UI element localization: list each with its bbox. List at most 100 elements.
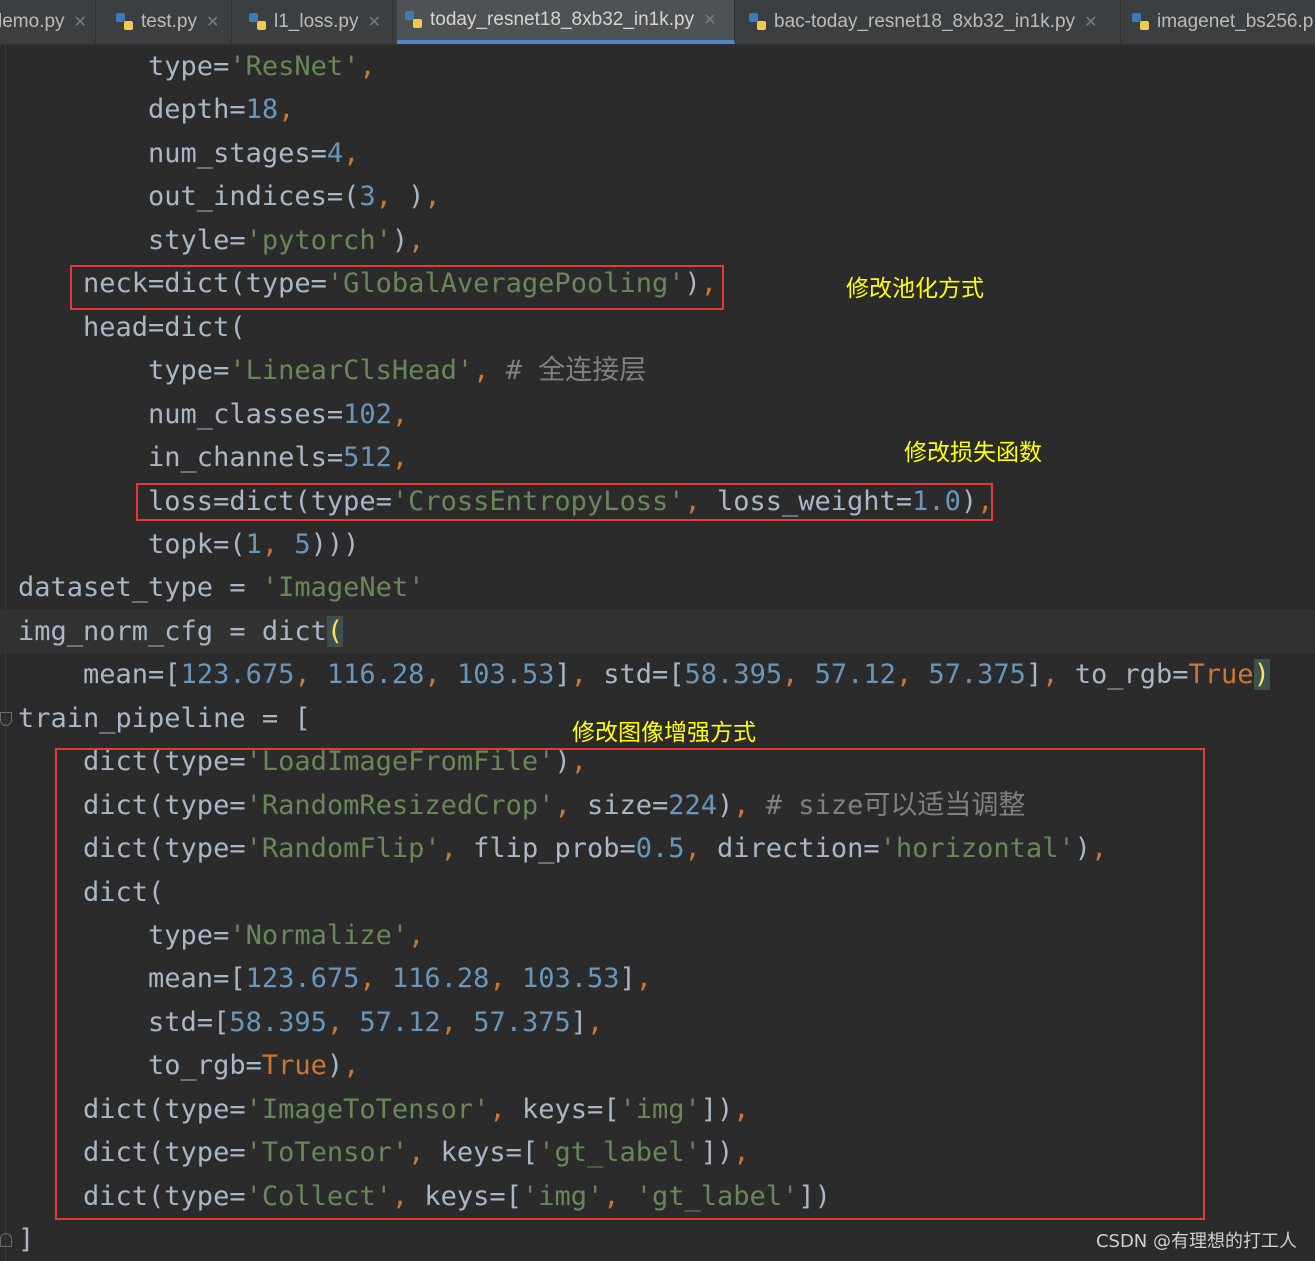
- code-line[interactable]: out_indices=(3, ),: [18, 175, 441, 218]
- code-line[interactable]: head=dict(: [18, 306, 246, 349]
- code-token: std=[: [603, 659, 685, 691]
- editor-tab-bar: lemo.py ✕ test.py ✕ l1_loss.py ✕ today_r…: [0, 0, 1315, 45]
- close-icon[interactable]: ✕: [1084, 12, 1097, 32]
- code-token: topk=(: [18, 528, 246, 560]
- code-token: ,: [359, 51, 376, 82]
- code-token: 57.12: [814, 659, 896, 691]
- code-token: ): [1253, 659, 1270, 691]
- code-token: head=dict(: [18, 311, 246, 343]
- python-file-icon: [749, 13, 766, 30]
- code-token: out_indices=(: [18, 181, 360, 213]
- neck-highlight-box: [70, 265, 724, 310]
- code-token: 512: [343, 442, 392, 474]
- code-token: ]: [1025, 659, 1043, 691]
- watermark: CSDN @有理想的打工人: [1095, 1231, 1297, 1252]
- code-token: ,: [782, 659, 815, 691]
- code-token: 57.375: [928, 659, 1026, 691]
- loss-highlight-box: [136, 483, 993, 521]
- code-token: style=: [18, 224, 246, 256]
- code-token: ,: [424, 659, 457, 691]
- tab-demo[interactable]: lemo.py ✕: [0, 0, 96, 44]
- close-icon[interactable]: ✕: [703, 10, 716, 30]
- code-token: train_pipeline = [: [18, 702, 311, 734]
- code-token: 'ImageNet': [261, 572, 425, 604]
- pipeline-highlight-box: [55, 748, 1205, 1220]
- code-line[interactable]: topk=(1, 5))): [18, 523, 359, 566]
- code-token: (: [326, 615, 344, 647]
- code-line[interactable]: num_stages=4,: [18, 132, 359, 175]
- code-token: type=: [18, 355, 230, 387]
- code-token: 4: [326, 137, 344, 169]
- tab-label: test.py: [141, 11, 197, 32]
- tab-bac-today-resnet18[interactable]: bac-today_resnet18_8xb32_in1k.py ✕: [741, 0, 1121, 44]
- fold-marker-icon[interactable]: [0, 712, 12, 726]
- code-token: depth=: [18, 94, 246, 126]
- loss-annotation: 修改损失函数: [904, 440, 1042, 466]
- code-token: ,: [261, 528, 295, 560]
- code-token: # 全连接层: [505, 355, 647, 387]
- code-token: ,: [570, 659, 604, 691]
- tab-label: lemo.py: [0, 11, 65, 32]
- tab-label: imagenet_bs256.p: [1157, 11, 1314, 32]
- code-token: 'pytorch': [245, 224, 392, 256]
- code-token: ,: [391, 398, 409, 430]
- close-icon[interactable]: ✕: [206, 12, 219, 32]
- code-token: 5: [294, 528, 311, 560]
- code-token: ))): [310, 528, 360, 560]
- code-token: img_norm_cfg = dict: [18, 615, 327, 647]
- code-token: ,: [278, 94, 295, 126]
- code-token: ,: [1042, 659, 1075, 691]
- python-file-icon: [249, 13, 266, 30]
- close-icon[interactable]: ✕: [368, 12, 381, 32]
- code-token: mean=[: [18, 659, 181, 691]
- code-token: dataset_type =: [18, 572, 262, 604]
- code-line[interactable]: num_classes=102,: [18, 393, 408, 436]
- tab-label: l1_loss.py: [274, 11, 359, 32]
- tab-today-resnet18[interactable]: today_resnet18_8xb32_in1k.py ✕: [397, 0, 735, 44]
- code-line[interactable]: dataset_type = 'ImageNet': [18, 566, 424, 609]
- code-token: ,: [391, 442, 409, 474]
- code-line[interactable]: type='ResNet',: [18, 45, 376, 88]
- pipeline-annotation: 修改图像增强方式: [572, 720, 756, 746]
- code-token: 'ResNet': [229, 51, 360, 82]
- code-token: ]: [554, 659, 571, 691]
- code-token: ,: [375, 181, 409, 213]
- tab-label: today_resnet18_8xb32_in1k.py: [430, 9, 695, 30]
- code-token: ,: [408, 224, 425, 256]
- python-file-icon: [1132, 13, 1149, 30]
- code-token: in_channels=: [18, 442, 344, 474]
- code-token: 116.28: [326, 659, 425, 691]
- code-token: 18: [245, 94, 279, 126]
- code-token: 3: [359, 181, 376, 213]
- python-file-icon: [405, 11, 422, 28]
- tab-imagenet-bs256[interactable]: imagenet_bs256.p: [1124, 0, 1315, 44]
- code-token: ,: [895, 659, 929, 691]
- code-line[interactable]: mean=[123.675, 116.28, 103.53], std=[58.…: [18, 653, 1270, 696]
- python-file-icon: [116, 13, 133, 30]
- code-token: True: [1188, 659, 1254, 691]
- code-token: 103.53: [456, 659, 555, 691]
- code-token: ): [391, 224, 409, 256]
- neck-annotation: 修改池化方式: [846, 276, 984, 302]
- tab-label: bac-today_resnet18_8xb32_in1k.py: [774, 11, 1076, 32]
- code-token: ,: [473, 355, 506, 387]
- close-icon[interactable]: ✕: [74, 12, 87, 32]
- code-token: to_rgb=: [1074, 659, 1189, 691]
- code-token: num_classes=: [18, 398, 344, 430]
- code-token: 'LinearClsHead': [229, 355, 474, 387]
- code-line[interactable]: img_norm_cfg = dict(: [18, 610, 344, 653]
- fold-marker-icon[interactable]: [0, 1233, 12, 1247]
- code-token: num_stages=: [18, 137, 327, 169]
- code-token: 123.675: [180, 659, 295, 691]
- code-line[interactable]: train_pipeline = [: [18, 697, 311, 740]
- code-line[interactable]: ]: [18, 1218, 34, 1261]
- code-line[interactable]: in_channels=512,: [18, 436, 408, 479]
- code-token: 58.395: [684, 659, 783, 691]
- tab-l1-loss[interactable]: l1_loss.py ✕: [241, 0, 393, 44]
- code-line[interactable]: style='pytorch'),: [18, 219, 424, 262]
- code-token: 102: [343, 398, 392, 430]
- code-token: ): [408, 181, 425, 213]
- code-line[interactable]: depth=18,: [18, 88, 294, 131]
- tab-test[interactable]: test.py ✕: [108, 0, 232, 44]
- code-line[interactable]: type='LinearClsHead', # 全连接层: [18, 349, 646, 392]
